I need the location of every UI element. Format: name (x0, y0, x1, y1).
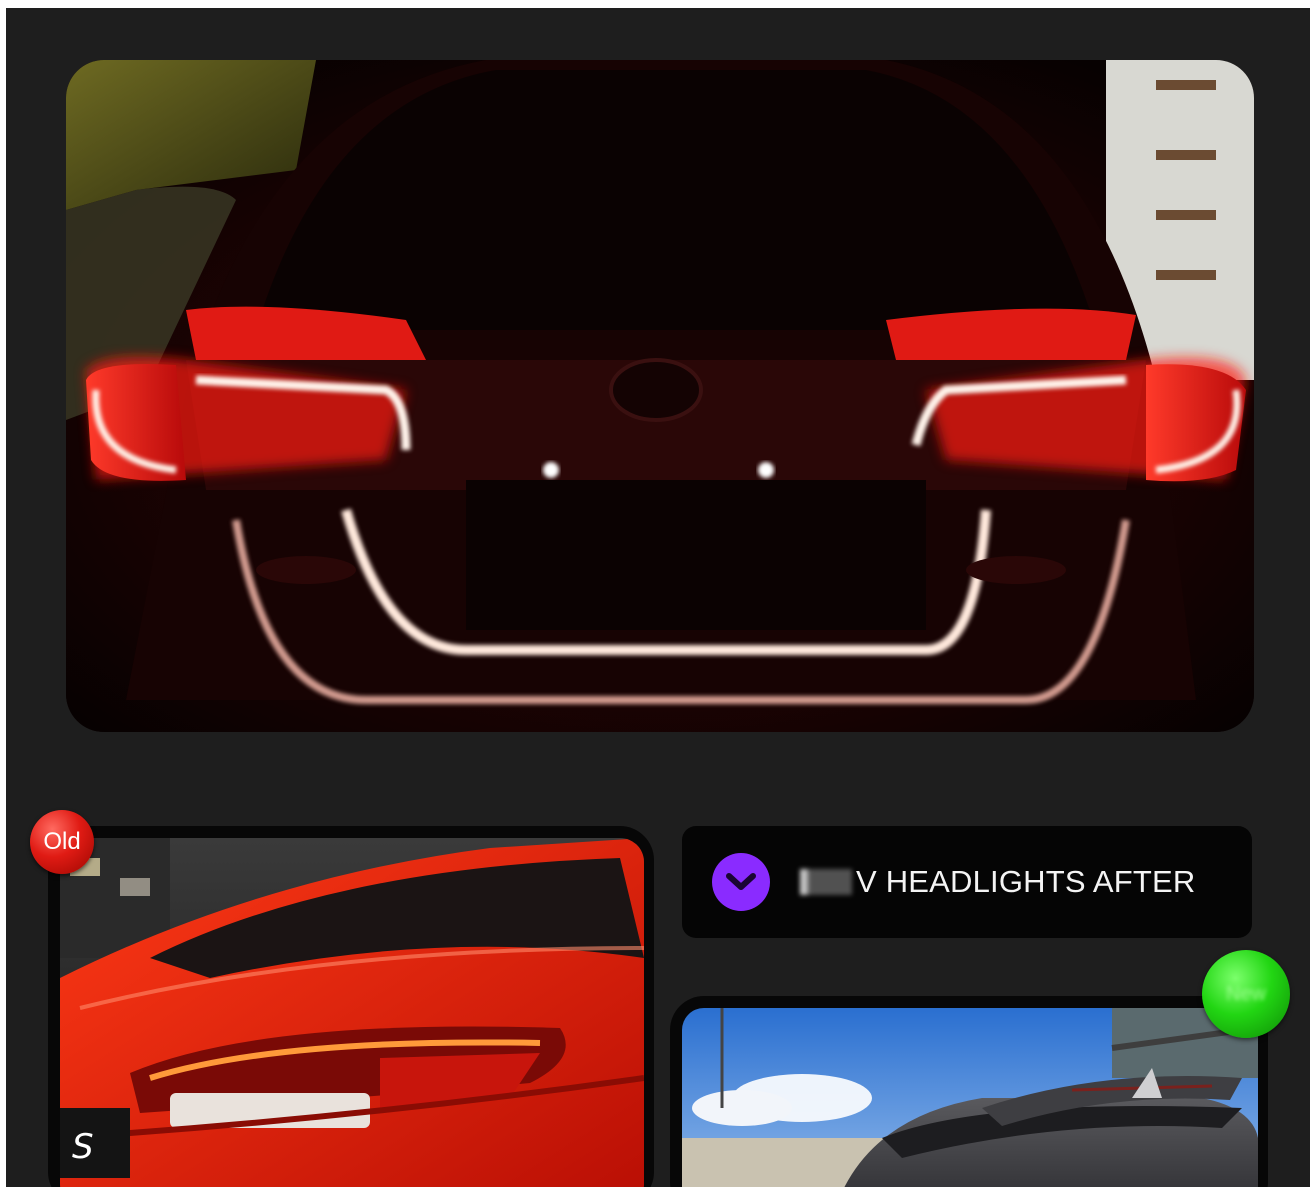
new-taillight-frame (670, 996, 1268, 1187)
old-badge: Old (30, 810, 94, 874)
info-bar-text: V HEADLIGHTS AFTER (800, 864, 1196, 900)
old-taillight-photo: S (60, 838, 644, 1187)
product-image-panel: S Old V HEADLIGHTS AFTER New (6, 8, 1310, 1187)
old-taillight-frame: S (48, 826, 654, 1187)
svg-text:S: S (72, 1127, 94, 1167)
new-taillight-photo (682, 1008, 1258, 1187)
info-bar-label: V HEADLIGHTS AFTER (856, 864, 1196, 899)
hero-taillight-photo (66, 60, 1254, 732)
new-badge-label: New (1225, 982, 1266, 1005)
new-badge: New (1202, 950, 1290, 1038)
info-bar: V HEADLIGHTS AFTER (682, 826, 1252, 938)
chevron-down-icon[interactable] (712, 853, 770, 911)
redacted-text (800, 869, 852, 895)
old-badge-label: Old (43, 828, 81, 855)
